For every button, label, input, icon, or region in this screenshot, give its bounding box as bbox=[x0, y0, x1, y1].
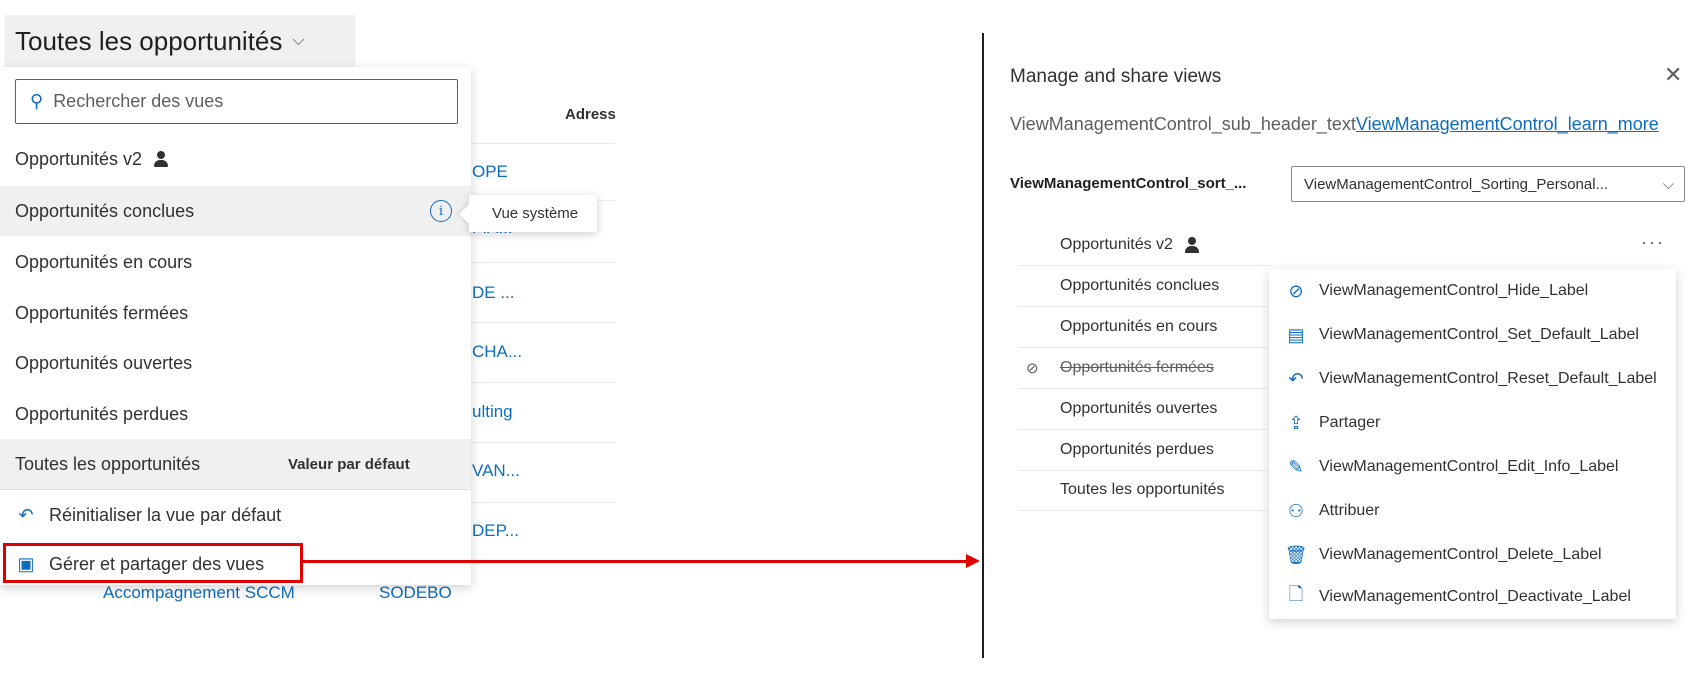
personal-view-icon bbox=[1184, 237, 1199, 253]
search-views-input[interactable]: ⚲ Rechercher des vues bbox=[15, 79, 458, 124]
panel-border bbox=[982, 33, 984, 658]
view-item-opportunites-conclues[interactable]: Opportunités conclues i bbox=[0, 186, 471, 236]
assign-icon: ⚇ bbox=[1287, 500, 1305, 521]
panel-view-row[interactable]: Toutes les opportunités bbox=[1018, 470, 1273, 511]
view-label: Opportunités ouvertes bbox=[1060, 400, 1218, 417]
annotation-arrow-line bbox=[303, 560, 968, 563]
menu-item-deactivate[interactable]: 🗋 ViewManagementControl_Deactivate_Label bbox=[1269, 575, 1676, 619]
reset-default-view-button[interactable]: ↶ Réinitialiser la vue par défaut bbox=[0, 490, 471, 540]
personal-view-icon bbox=[154, 151, 169, 167]
row-divider bbox=[470, 502, 615, 503]
reset-icon: ↶ bbox=[18, 504, 34, 525]
panel-view-row[interactable]: Opportunités ouvertes bbox=[1018, 389, 1273, 430]
share-icon: ⇪ bbox=[1288, 412, 1304, 433]
grid-cell-link[interactable]: CHA... bbox=[472, 342, 522, 362]
menu-item-set-default[interactable]: ▤ ViewManagementControl_Set_Default_Label bbox=[1269, 313, 1676, 357]
panel-subheader: ViewManagementControl_sub_header_textVie… bbox=[1010, 114, 1685, 135]
panel-view-row[interactable]: Opportunités perdues bbox=[1018, 430, 1273, 471]
hidden-eye-icon: ⊘ bbox=[1026, 360, 1039, 377]
subheader-text: ViewManagementControl_sub_header_text bbox=[1010, 114, 1356, 134]
panel-view-row[interactable]: Opportunités en cours bbox=[1018, 307, 1273, 348]
panel-view-row[interactable]: Opportunités conclues bbox=[1018, 266, 1273, 307]
chevron-down-icon: ⌵ bbox=[1662, 175, 1674, 193]
grid-cell-link[interactable]: OPE bbox=[472, 162, 508, 182]
menu-label: Attribuer bbox=[1319, 502, 1380, 519]
view-label: Opportunités conclues bbox=[15, 200, 195, 221]
view-item-opportunites-perdues[interactable]: Opportunités perdues bbox=[0, 389, 471, 439]
sort-label: ViewManagementControl_sort_... bbox=[1010, 175, 1247, 192]
view-label: Opportunités v2 bbox=[1060, 236, 1173, 253]
info-icon[interactable]: i bbox=[430, 200, 452, 222]
grid-cell-link[interactable]: DE ... bbox=[472, 283, 515, 303]
sort-dropdown[interactable]: ViewManagementControl_Sorting_Personal..… bbox=[1291, 166, 1685, 202]
row-divider bbox=[470, 143, 615, 144]
view-item-toutes-les-opportunites[interactable]: Toutes les opportunités Valeur par défaut bbox=[0, 439, 471, 489]
annotation-highlight-box bbox=[3, 543, 303, 583]
row-divider bbox=[470, 382, 615, 383]
grid-cell-link[interactable]: ulting bbox=[472, 402, 513, 422]
view-item-opportunites-ouvertes[interactable]: Opportunités ouvertes bbox=[0, 338, 471, 388]
default-badge: Valeur par défaut bbox=[288, 455, 410, 473]
view-label: Opportunités perdues bbox=[15, 403, 189, 424]
view-label: Opportunités perdues bbox=[1060, 441, 1214, 458]
menu-label: ViewManagementControl_Reset_Default_Labe… bbox=[1319, 370, 1657, 387]
tooltip: Vue système bbox=[469, 195, 597, 232]
menu-label: ViewManagementControl_Hide_Label bbox=[1319, 282, 1589, 299]
learn-more-link[interactable]: ViewManagementControl_learn_more bbox=[1356, 114, 1659, 134]
view-label: Opportunités fermées bbox=[15, 302, 189, 323]
edit-icon: ✎ bbox=[1288, 456, 1304, 477]
row-divider bbox=[470, 262, 615, 263]
view-label: Opportunités v2 bbox=[15, 148, 143, 169]
menu-label: ViewManagementControl_Set_Default_Label bbox=[1319, 326, 1639, 343]
grid-cell-link[interactable]: VAN... bbox=[472, 461, 520, 481]
grid-cell-link[interactable]: DEP... bbox=[472, 521, 519, 541]
annotation-arrow-head-icon bbox=[966, 554, 980, 568]
panel-view-row[interactable]: Opportunités v2 bbox=[1018, 225, 1273, 266]
reset-icon: ↶ bbox=[1288, 368, 1304, 389]
chevron-down-icon: ⌵ bbox=[292, 32, 305, 49]
hide-icon: ⊘ bbox=[1288, 280, 1304, 301]
menu-item-share[interactable]: ⇪ Partager bbox=[1269, 401, 1676, 445]
deactivate-icon: 🗋 bbox=[1288, 584, 1304, 604]
panel-view-row[interactable]: ⊘ Opportunités fermées bbox=[1018, 348, 1273, 389]
menu-item-assign[interactable]: ⚇ Attribuer bbox=[1269, 489, 1676, 533]
view-selector-button[interactable]: Toutes les opportunités ⌵ bbox=[5, 15, 355, 67]
menu-label: ViewManagementControl_Deactivate_Label bbox=[1319, 588, 1631, 605]
menu-item-reset-default[interactable]: ↶ ViewManagementControl_Reset_Default_Lab… bbox=[1269, 357, 1676, 401]
menu-item-delete[interactable]: 🗑 ViewManagementControl_Delete_Label bbox=[1269, 533, 1676, 577]
row-divider bbox=[470, 442, 615, 443]
menu-item-edit-info[interactable]: ✎ ViewManagementControl_Edit_Info_Label bbox=[1269, 445, 1676, 489]
menu-label: ViewManagementControl_Delete_Label bbox=[1319, 546, 1602, 563]
view-label: Opportunités ouvertes bbox=[15, 352, 193, 373]
search-placeholder: Rechercher des vues bbox=[53, 91, 224, 111]
column-header-address[interactable]: Adress bbox=[565, 106, 616, 123]
view-label: Opportunités conclues bbox=[1060, 277, 1220, 294]
sort-value: ViewManagementControl_Sorting_Personal..… bbox=[1304, 175, 1609, 193]
search-icon: ⚲ bbox=[30, 91, 44, 111]
view-item-opportunites-fermees[interactable]: Opportunités fermées bbox=[0, 288, 471, 338]
tooltip-text: Vue système bbox=[492, 205, 579, 222]
panel-title: Manage and share views bbox=[1010, 66, 1222, 87]
view-label: Opportunités en cours bbox=[1060, 318, 1218, 335]
view-title: Toutes les opportunités bbox=[15, 25, 283, 56]
view-label: Opportunités en cours bbox=[15, 251, 193, 272]
set-default-icon: ▤ bbox=[1287, 324, 1305, 345]
menu-label: ViewManagementControl_Edit_Info_Label bbox=[1319, 458, 1619, 475]
view-label: Toutes les opportunités bbox=[1060, 481, 1225, 498]
view-label: Toutes les opportunités bbox=[15, 453, 201, 474]
menu-label: Partager bbox=[1319, 414, 1381, 431]
close-icon[interactable]: ✕ bbox=[1664, 62, 1682, 88]
view-dropdown: ⚲ Rechercher des vues Opportunités v2 Opp… bbox=[0, 67, 471, 585]
row-divider bbox=[470, 322, 615, 323]
view-label: Opportunités fermées bbox=[1060, 359, 1214, 376]
delete-icon: 🗑 bbox=[1284, 544, 1308, 565]
reset-label: Réinitialiser la vue par défaut bbox=[49, 504, 282, 525]
view-item-opportunites-v2[interactable]: Opportunités v2 bbox=[0, 134, 471, 184]
ellipsis-icon[interactable]: ··· bbox=[1641, 232, 1665, 253]
view-item-opportunites-en-cours[interactable]: Opportunités en cours bbox=[0, 237, 471, 287]
view-context-menu: ⊘ ViewManagementControl_Hide_Label ▤ ViewM… bbox=[1269, 269, 1676, 619]
menu-item-hide[interactable]: ⊘ ViewManagementControl_Hide_Label bbox=[1269, 269, 1676, 313]
